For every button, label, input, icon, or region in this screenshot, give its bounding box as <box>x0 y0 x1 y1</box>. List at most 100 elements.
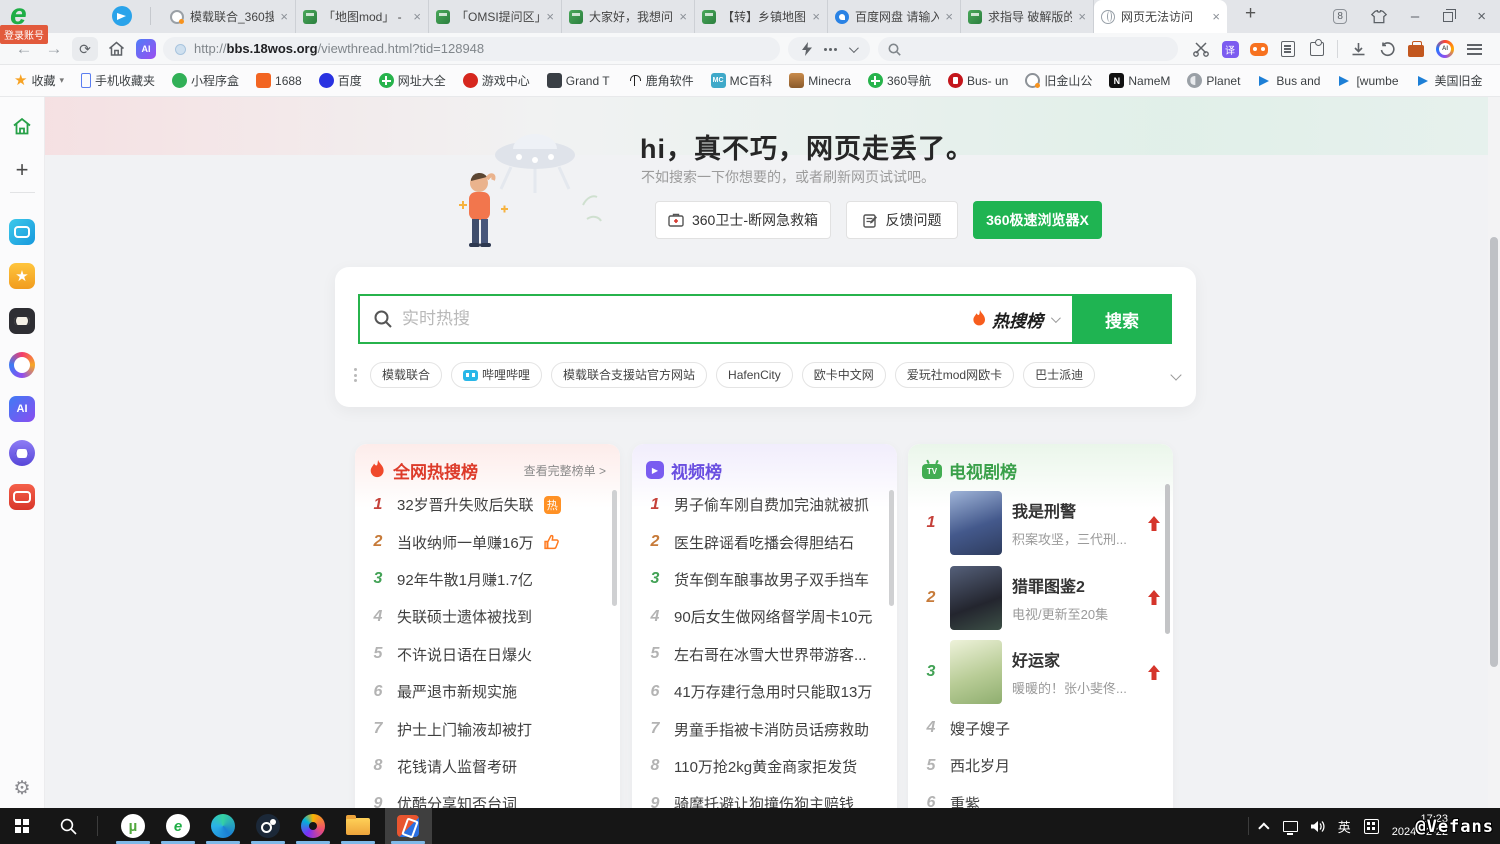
bookmark-phone-folder[interactable]: 手机收藏夹 <box>81 72 155 89</box>
bookmark-grand-t[interactable]: Grand T <box>547 73 610 88</box>
video-item-2[interactable]: 2医生辟谣看吃播会得胆结石 <box>632 523 897 560</box>
ai-ball-icon[interactable]: AI <box>1436 40 1454 58</box>
tab-4[interactable]: 大家好，我想问 × <box>562 0 695 33</box>
bookmark-namem[interactable]: NNameM <box>1109 73 1170 88</box>
tab-close-icon[interactable]: × <box>546 9 554 24</box>
history-undo-icon[interactable] <box>1378 40 1396 58</box>
tv-item-6[interactable]: 6重紫 <box>908 785 1173 808</box>
tab-6[interactable]: 百度网盘 请输入 × <box>828 0 961 33</box>
close-button[interactable]: × <box>1477 9 1486 24</box>
video-item-3[interactable]: 3货车倒车酿事故男子双手挡车 <box>632 561 897 598</box>
card-scrollbar[interactable] <box>1165 484 1170 634</box>
screenshot-scissors-icon[interactable] <box>1192 40 1210 58</box>
taskbar-360-browser[interactable]: e <box>156 808 200 844</box>
video-item-8[interactable]: 8110万抢2kg黄金商家拒发货 <box>632 748 897 785</box>
chevron-down-icon[interactable] <box>849 43 859 53</box>
ime-language-indicator[interactable]: 英 <box>1338 817 1351 836</box>
new-tab-button[interactable]: + <box>1245 3 1256 25</box>
sidebar-home-icon[interactable] <box>9 113 35 139</box>
hot-item-1[interactable]: 132岁晋升失败后失联 热 <box>355 486 620 523</box>
speaker-icon[interactable] <box>1311 820 1325 833</box>
bookmark-bus[interactable]: Bus- un <box>948 73 1008 88</box>
more-actions-icon[interactable] <box>824 48 837 51</box>
theme-shirt-icon[interactable] <box>1371 10 1387 24</box>
search-input[interactable] <box>402 309 962 329</box>
ai-assistant-button[interactable]: AI <box>134 33 158 65</box>
minimize-button[interactable]: – <box>1411 9 1419 24</box>
download-icon[interactable] <box>1349 40 1367 58</box>
hot-rank-selector[interactable]: 热搜榜 <box>972 307 1058 332</box>
tab-close-icon[interactable]: × <box>812 9 820 24</box>
tag-pill-3[interactable]: 模载联合支援站官方网站 <box>551 362 707 388</box>
hot-item-8[interactable]: 8花钱请人监督考研 <box>355 748 620 785</box>
hot-item-7[interactable]: 7护士上门输液却被打 <box>355 710 620 747</box>
tab-2[interactable]: 「地图mod」 - × <box>296 0 429 33</box>
scrollbar-thumb[interactable] <box>1490 237 1498 667</box>
page-scrollbar[interactable] <box>1488 97 1500 808</box>
tags-expand-chevron[interactable] <box>1170 369 1181 380</box>
tag-pill-4[interactable]: HafenCity <box>716 362 793 388</box>
tv-item-3[interactable]: 3 好运家 暖暖的！张小斐佟... <box>908 635 1173 710</box>
search-submit-button[interactable]: 搜索 <box>1072 294 1172 344</box>
tab-7[interactable]: 求指导 破解版的 × <box>961 0 1094 33</box>
restore-button[interactable] <box>1443 12 1453 22</box>
sidebar-assistant-robot-icon[interactable] <box>9 440 35 466</box>
sidebar-ai-badge-icon[interactable]: AI <box>9 396 35 422</box>
start-button[interactable] <box>0 808 44 844</box>
tag-pill-1[interactable]: 模载联合 <box>370 362 442 388</box>
hot-item-9[interactable]: 9优酷分享知否台词 <box>355 785 620 808</box>
tab-3[interactable]: 「OMSI提问区」 × <box>429 0 562 33</box>
taskbar-search-button[interactable] <box>46 808 90 844</box>
tab-8-active[interactable]: 网页无法访问 × <box>1094 0 1227 33</box>
tab-count-badge[interactable]: 8 <box>1333 9 1347 24</box>
rescue-kit-button[interactable]: 360卫士-断网急救箱 <box>655 201 831 239</box>
sidebar-settings-gear-icon[interactable]: ⚙ <box>9 775 35 801</box>
video-item-7[interactable]: 7男童手指被卡消防员话痨救助 <box>632 710 897 747</box>
tv-item-5[interactable]: 5西北岁月 <box>908 747 1173 784</box>
bookmark-miniapp[interactable]: 小程序盒 <box>172 72 239 89</box>
tag-pill-7[interactable]: 巴士派迪 <box>1023 362 1095 388</box>
sidebar-ai-ring-icon[interactable] <box>9 352 35 378</box>
bookmark-game-center[interactable]: 游戏中心 <box>463 72 530 89</box>
hot-item-3[interactable]: 392年牛散1月赚1.7亿 <box>355 561 620 598</box>
tab-5[interactable]: 【转】乡镇地图 × <box>695 0 828 33</box>
hot-item-5[interactable]: 5不许说日语在日爆火 <box>355 636 620 673</box>
menu-hamburger-icon[interactable] <box>1465 40 1483 58</box>
toolbar-search-box[interactable] <box>878 37 1178 61</box>
tab-close-icon[interactable]: × <box>679 9 687 24</box>
tab-1[interactable]: 模载联合_360搜 × <box>163 0 296 33</box>
view-full-list-link[interactable]: 查看完整榜单 > <box>524 462 606 479</box>
bookmark-us-sf[interactable]: 美国旧金 <box>1416 72 1483 89</box>
taskbar-steam[interactable] <box>246 808 290 844</box>
bookmark-planet[interactable]: Planet <box>1187 73 1240 88</box>
taskbar-utorrent[interactable]: µ <box>111 808 155 844</box>
bookmark-360-nav[interactable]: 360导航 <box>868 72 931 89</box>
hot-item-2[interactable]: 2当收纳师一单赚16万 <box>355 523 620 560</box>
bookmark-1688[interactable]: 1688 <box>256 73 302 88</box>
tab-close-icon[interactable]: × <box>280 9 288 24</box>
toolbox-briefcase-icon[interactable] <box>1407 40 1425 58</box>
card-scrollbar[interactable] <box>889 490 894 606</box>
tab-close-icon[interactable]: × <box>1212 9 1220 24</box>
video-item-9[interactable]: 9骑摩托避让狗撞伤狗主赔钱 <box>632 785 897 808</box>
tray-expand-chevron-icon[interactable] <box>1258 822 1269 833</box>
bookmark-bus-and[interactable]: Bus and <box>1257 73 1320 88</box>
card-scrollbar[interactable] <box>612 490 617 606</box>
bookmark-favorites[interactable]: ★ 收藏 ▾ <box>14 72 64 89</box>
browser-promo-button[interactable]: 360极速浏览器X <box>973 201 1102 239</box>
reader-mode-icon[interactable] <box>1279 40 1297 58</box>
feedback-button[interactable]: 反馈问题 <box>846 201 958 239</box>
taskbar-utility-gear[interactable] <box>291 808 335 844</box>
tag-pill-5[interactable]: 欧卡中文网 <box>802 362 886 388</box>
search-field[interactable]: 热搜榜 <box>358 294 1072 344</box>
sidebar-gamepad-app-icon[interactable] <box>9 219 35 245</box>
bookmark-wumbe[interactable]: [wumbe <box>1337 73 1398 88</box>
network-display-icon[interactable] <box>1283 821 1298 832</box>
bookmark-mc-wiki[interactable]: MCMC百科 <box>711 72 773 89</box>
taskbar-edge[interactable] <box>201 808 245 844</box>
hot-item-6[interactable]: 6最严退市新规实施 <box>355 673 620 710</box>
video-item-1[interactable]: 1男子偷车刚自费加完油就被抓 <box>632 486 897 523</box>
bookmark-antler[interactable]: 鹿角软件 <box>627 72 694 89</box>
refresh-button[interactable]: ⟳ <box>72 37 98 61</box>
tag-pill-bilibili[interactable]: 哔哩哔哩 <box>451 362 542 388</box>
